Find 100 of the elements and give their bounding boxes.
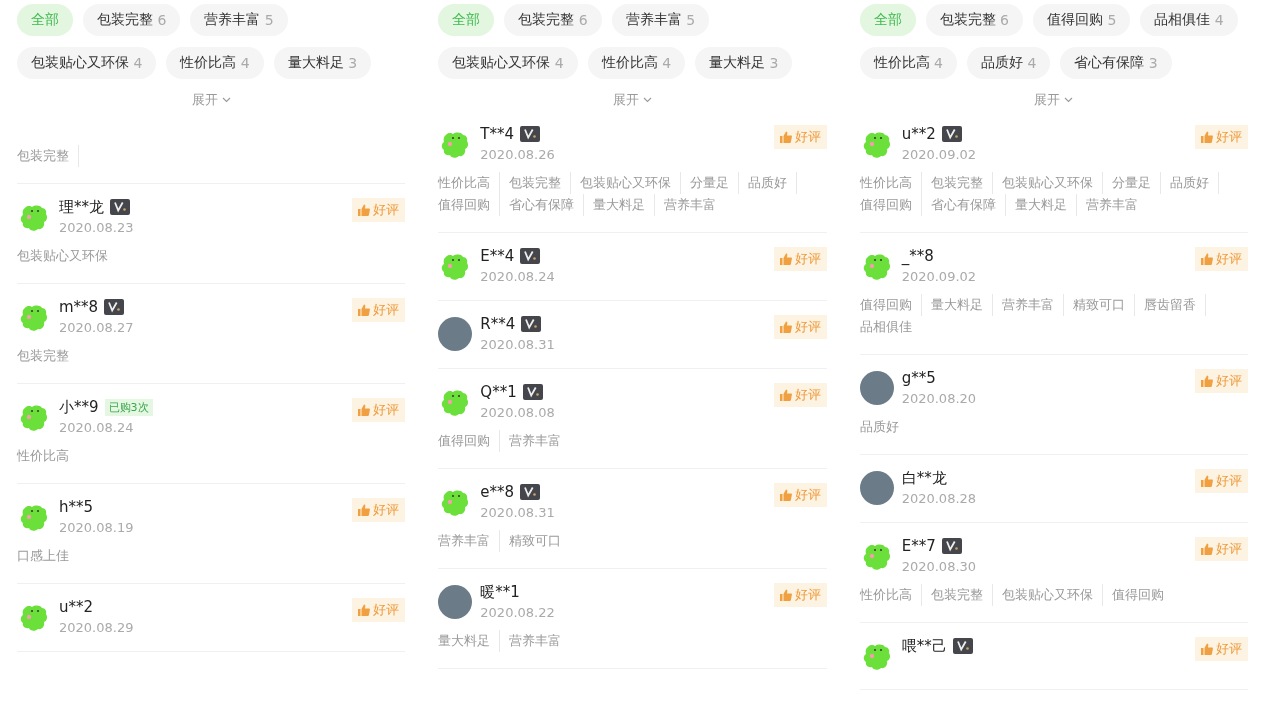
review-date: 2020.08.23	[59, 220, 135, 235]
review-date: 2020.09.02	[901, 147, 978, 162]
review-tag: 省心有保障	[930, 194, 1006, 216]
user-name: 白**龙	[901, 468, 947, 488]
thumbs-up-icon	[358, 204, 371, 216]
review-tag: 品质好	[859, 416, 908, 438]
review-date: 2020.08.30	[901, 559, 978, 574]
rating-label: 好评	[352, 298, 406, 322]
user-name: T**4	[480, 125, 515, 143]
rating-label: 好评	[352, 498, 406, 522]
filter-chip[interactable]: 性价比高 4	[587, 47, 686, 79]
filter-chip[interactable]: 包装贴心又环保 4	[17, 47, 157, 79]
caret-icon	[643, 97, 652, 103]
rating-label: 好评	[1195, 125, 1248, 149]
review-tag: 省心有保障	[509, 194, 585, 216]
rating-label: 好评	[773, 247, 827, 271]
rating-label: 好评	[1195, 537, 1248, 561]
filter-chip[interactable]: 品质好 4	[967, 47, 1051, 79]
thumbs-up-icon	[358, 404, 371, 416]
review-date: 2020.08.20	[901, 391, 978, 406]
thumbs-up-icon	[1201, 475, 1213, 487]
user-name: Q**1	[480, 383, 517, 401]
review-tag: 营养丰富	[509, 630, 571, 652]
thumbs-up-icon	[1201, 131, 1213, 143]
thumbs-up-icon	[358, 304, 371, 316]
review-tag: 分量足	[690, 172, 740, 194]
filter-chip[interactable]: 品相俱佳 4	[1140, 4, 1238, 36]
vip-badge-icon	[104, 299, 125, 315]
review-tag: 包装完整	[17, 145, 79, 167]
rating-label: 好评	[1195, 469, 1248, 493]
review-tag: 营养丰富	[664, 194, 726, 216]
rating-label: 好评	[352, 598, 406, 622]
review-date: 2020.08.22	[480, 605, 556, 620]
filter-chip[interactable]: 包装完整 6	[925, 4, 1024, 36]
rating-label: 好评	[1195, 247, 1248, 271]
review-date: 2020.08.31	[480, 505, 556, 520]
review-tag: 包装完整	[930, 584, 993, 606]
thumbs-up-icon	[779, 321, 792, 333]
thumbs-up-icon	[358, 604, 371, 616]
filter-chip[interactable]: 性价比高 4	[166, 47, 264, 79]
review-tag: 品相俱佳	[859, 316, 921, 338]
user-name: E**7	[901, 537, 936, 555]
review-tag: 包装完整	[17, 345, 78, 367]
filter-chip[interactable]: 包装贴心又环保 4	[438, 47, 578, 79]
thumbs-up-icon	[358, 504, 371, 516]
thumbs-up-icon	[779, 253, 792, 265]
review-date: 2020.08.29	[59, 620, 135, 635]
rating-label: 好评	[352, 198, 406, 222]
thumbs-up-icon	[1201, 375, 1213, 387]
vip-badge-icon	[952, 638, 973, 654]
vip-badge-icon	[110, 199, 130, 215]
vip-badge-icon	[520, 126, 541, 142]
filter-chip[interactable]: 营养丰富 5	[190, 4, 288, 36]
review-date: 2020.08.28	[901, 491, 978, 506]
user-name: u**2	[901, 125, 936, 143]
review-date: 2020.08.24	[480, 269, 556, 284]
rating-label: 好评	[773, 125, 827, 149]
review-tag: 值得回购	[438, 194, 501, 216]
avatar-photo	[859, 471, 894, 505]
thumbs-up-icon	[1201, 643, 1213, 655]
review-tag: 性价比高	[859, 584, 922, 606]
review-tag: 包装完整	[509, 172, 572, 194]
filter-chip[interactable]: 营养丰富 5	[611, 4, 710, 36]
user-name: E**4	[480, 247, 515, 265]
review-date: 2020.08.26	[480, 147, 556, 162]
review-tag: 性价比高	[17, 445, 78, 467]
review-tag: 品质好	[748, 172, 798, 194]
caret-icon	[221, 97, 231, 103]
review-tag: 性价比高	[859, 172, 922, 194]
thumbs-up-icon	[779, 131, 792, 143]
review-tag: 包装贴心又环保	[1001, 584, 1103, 606]
review-tag: 包装贴心又环保	[1001, 172, 1103, 194]
review-tag: 精致可口	[1072, 294, 1135, 316]
rating-label: 好评	[352, 398, 406, 422]
user-name: h**5	[59, 498, 94, 516]
review-tag: 值得回购	[438, 430, 501, 452]
vip-badge-icon	[941, 126, 962, 142]
user-name: _**8	[901, 247, 934, 265]
filter-chip[interactable]: 量大料足 3	[695, 47, 793, 79]
thumbs-up-icon	[779, 489, 792, 501]
user-name: e**8	[480, 483, 515, 501]
filter-chip[interactable]: 省心有保障 3	[1060, 47, 1172, 79]
filter-chip[interactable]: 性价比高 4	[859, 47, 958, 79]
review-tag: 营养丰富	[509, 430, 571, 452]
rating-label: 好评	[1195, 637, 1248, 661]
filter-chip[interactable]: 量大料足 3	[273, 47, 372, 79]
user-name: g**5	[901, 369, 936, 387]
filter-chip[interactable]: 包装完整 6	[83, 4, 181, 36]
filter-chip[interactable]: 值得回购 5	[1033, 4, 1131, 36]
thumbs-up-icon	[1201, 253, 1213, 265]
filter-chip[interactable]: 包装完整 6	[504, 4, 602, 36]
purchase-count-badge: 已购3次	[104, 398, 153, 416]
review-tag: 唇齿留香	[1143, 294, 1206, 316]
thumbs-up-icon	[779, 589, 792, 601]
rating-label: 好评	[773, 583, 827, 607]
avatar-photo	[859, 371, 894, 405]
review-tag: 值得回购	[859, 294, 922, 316]
rating-label: 好评	[773, 483, 827, 507]
review-tag: 量大料足	[438, 630, 501, 652]
caret-icon	[1064, 97, 1074, 103]
